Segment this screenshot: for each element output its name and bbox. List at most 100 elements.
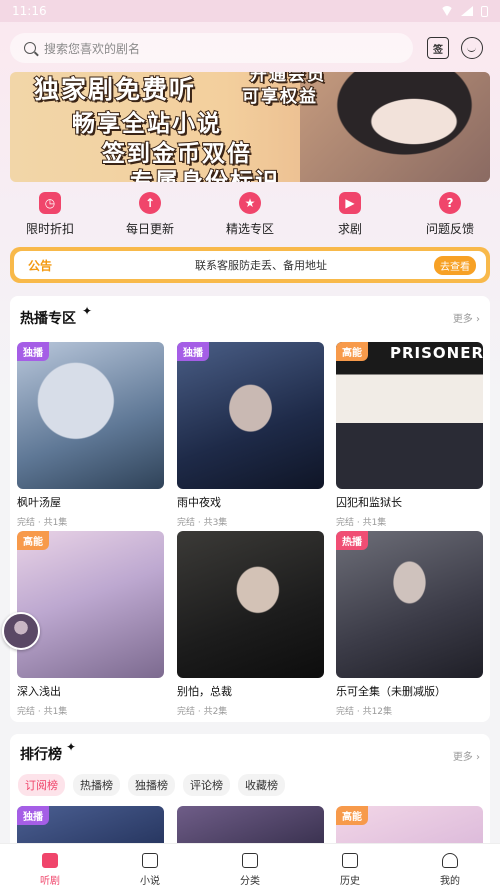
- drama-cover: 热播: [336, 531, 483, 678]
- notice-tag: 公告: [28, 258, 53, 273]
- drama-meta: 完结 · 共12集: [336, 707, 393, 717]
- tab-label: 历史: [340, 876, 360, 887]
- cover-title-text: PRISONER: [390, 344, 483, 362]
- drama-badge: 独播: [17, 806, 49, 825]
- quick-nav-featured[interactable]: ★ 精选专区: [205, 192, 295, 240]
- star-icon: ★: [239, 192, 261, 214]
- drama-title: 枫叶汤屋: [17, 496, 61, 509]
- promo-banner[interactable]: 独家剧免费听 畅享全站小说 签到金币双倍 专属身份标识 可享权益 开通会员: [10, 72, 490, 182]
- status-time: 11:16: [12, 4, 47, 18]
- drama-badge: 独播: [177, 342, 209, 361]
- quick-nav-discount[interactable]: ◷ 限时折扣: [5, 192, 95, 240]
- drama-cover: 高能: [17, 531, 164, 678]
- question-icon: ?: [439, 192, 461, 214]
- drama-meta: 完结 · 共3集: [177, 518, 228, 528]
- drama-title: 囚犯和监狱长: [336, 496, 402, 509]
- battery-icon: [481, 5, 488, 17]
- drama-badge: 热播: [336, 531, 368, 550]
- quick-nav-label: 精选专区: [225, 222, 274, 236]
- quick-nav-label: 每日更新: [125, 222, 174, 236]
- banner-line: 开通会员: [249, 72, 326, 86]
- sparkle-icon: ✦: [66, 740, 77, 754]
- drama-cover: 独播: [17, 342, 164, 489]
- quick-nav-daily-update[interactable]: ↑ 每日更新: [105, 192, 195, 240]
- tab-mine[interactable]: 我的: [410, 844, 490, 889]
- rank-section: 排行榜 ✦ 更多 › 订阅榜 热播榜 独播榜 评论榜 收藏榜 独播 高能: [10, 734, 490, 854]
- drama-badge: 高能: [17, 531, 49, 550]
- rank-tab[interactable]: 评论榜: [183, 774, 230, 796]
- drama-card[interactable]: PRISONER 高能 囚犯和监狱长 完结 · 共1集: [336, 342, 483, 528]
- section-title: 热播专区: [20, 308, 76, 328]
- drama-cover: 独播: [177, 342, 324, 489]
- rank-tab[interactable]: 收藏榜: [238, 774, 285, 796]
- drama-title: 深入浅出: [17, 685, 61, 698]
- arrow-up-icon: ↑: [139, 192, 161, 214]
- drama-title: 雨中夜戏: [177, 496, 221, 509]
- search-row: 搜索您喜欢的剧名 签: [10, 33, 490, 63]
- tab-label: 我的: [440, 876, 460, 887]
- history-icon: [342, 853, 358, 868]
- rank-tab[interactable]: 订阅榜: [18, 774, 65, 796]
- drama-meta: 完结 · 共1集: [17, 518, 68, 528]
- customer-service-icon[interactable]: [461, 37, 483, 59]
- sparkle-icon: ✦: [82, 304, 93, 318]
- wifi-icon: [441, 6, 453, 16]
- banner-line: 可享权益: [241, 86, 318, 108]
- floating-player-avatar[interactable]: [2, 612, 40, 650]
- play-icon: ▶: [339, 192, 361, 214]
- tab-listen[interactable]: 听剧: [10, 844, 90, 889]
- drama-meta: 完结 · 共1集: [336, 518, 387, 528]
- drama-card[interactable]: 高能 深入浅出 完结 · 共1集: [17, 531, 164, 717]
- tab-label: 分类: [240, 876, 260, 887]
- drama-badge: 高能: [336, 806, 368, 825]
- drama-title: 乐可全集（未删减版）: [336, 685, 446, 698]
- search-placeholder: 搜索您喜欢的剧名: [44, 41, 141, 56]
- drama-card[interactable]: 独播 枫叶汤屋 完结 · 共1集: [17, 342, 164, 528]
- quick-nav-feedback[interactable]: ? 问题反馈: [405, 192, 495, 240]
- notice-bar: 公告 联系客服防走丢、备用地址 去查看: [10, 247, 490, 283]
- sign-in-icon[interactable]: 签: [427, 37, 449, 59]
- rank-tabs: 订阅榜 热播榜 独播榜 评论榜 收藏榜: [18, 774, 285, 796]
- tab-category[interactable]: 分类: [210, 844, 290, 889]
- drama-badge: 独播: [17, 342, 49, 361]
- radio-icon: [42, 853, 58, 868]
- drama-badge: 高能: [336, 342, 368, 361]
- drama-title: 别怕，总裁: [177, 685, 232, 698]
- quick-nav-label: 问题反馈: [425, 222, 474, 236]
- section-title: 排行榜: [20, 744, 62, 764]
- drama-card[interactable]: 别怕，总裁 完结 · 共2集: [177, 531, 324, 717]
- quick-nav-label: 求剧: [337, 222, 362, 236]
- book-icon: [142, 853, 158, 868]
- status-bar: 11:16: [0, 0, 500, 22]
- hot-section: 热播专区 ✦ 更多 › 独播 枫叶汤屋 完结 · 共1集 独播 雨中夜戏 完结 …: [10, 296, 490, 722]
- banner-line: 畅享全站小说: [71, 110, 222, 138]
- banner-line: 专属身份标识: [129, 168, 280, 182]
- notice-text: 联系客服防走丢、备用地址: [195, 259, 327, 272]
- tab-label: 听剧: [40, 876, 60, 887]
- timer-icon: ◷: [39, 192, 61, 214]
- quick-nav-request[interactable]: ▶ 求剧: [305, 192, 395, 240]
- drama-meta: 完结 · 共1集: [17, 707, 68, 717]
- rank-tab[interactable]: 独播榜: [128, 774, 175, 796]
- notice-view-button[interactable]: 去查看: [434, 255, 476, 275]
- tab-history[interactable]: 历史: [310, 844, 390, 889]
- drama-meta: 完结 · 共2集: [177, 707, 228, 717]
- banner-character-image: [300, 72, 490, 182]
- ghost-icon: [442, 853, 458, 868]
- search-icon: [24, 42, 36, 54]
- drama-cover: PRISONER 高能: [336, 342, 483, 489]
- quick-nav: ◷ 限时折扣 ↑ 每日更新 ★ 精选专区 ▶ 求剧 ? 问题反馈: [0, 192, 500, 240]
- tab-novel[interactable]: 小说: [110, 844, 190, 889]
- quick-nav-label: 限时折扣: [25, 222, 74, 236]
- search-input[interactable]: 搜索您喜欢的剧名: [10, 33, 413, 63]
- signal-icon: [461, 6, 473, 16]
- banner-line: 独家剧免费听: [33, 74, 197, 105]
- drama-card[interactable]: 热播 乐可全集（未删减版） 完结 · 共12集: [336, 531, 483, 717]
- drama-cover: [177, 531, 324, 678]
- drama-card[interactable]: 独播 雨中夜戏 完结 · 共3集: [177, 342, 324, 528]
- rank-tab[interactable]: 热播榜: [73, 774, 120, 796]
- more-link[interactable]: 更多 ›: [453, 748, 480, 763]
- bottom-tab-bar: 听剧 小说 分类 历史 我的: [0, 843, 500, 889]
- grid-icon: [242, 853, 258, 868]
- more-link[interactable]: 更多 ›: [453, 310, 480, 325]
